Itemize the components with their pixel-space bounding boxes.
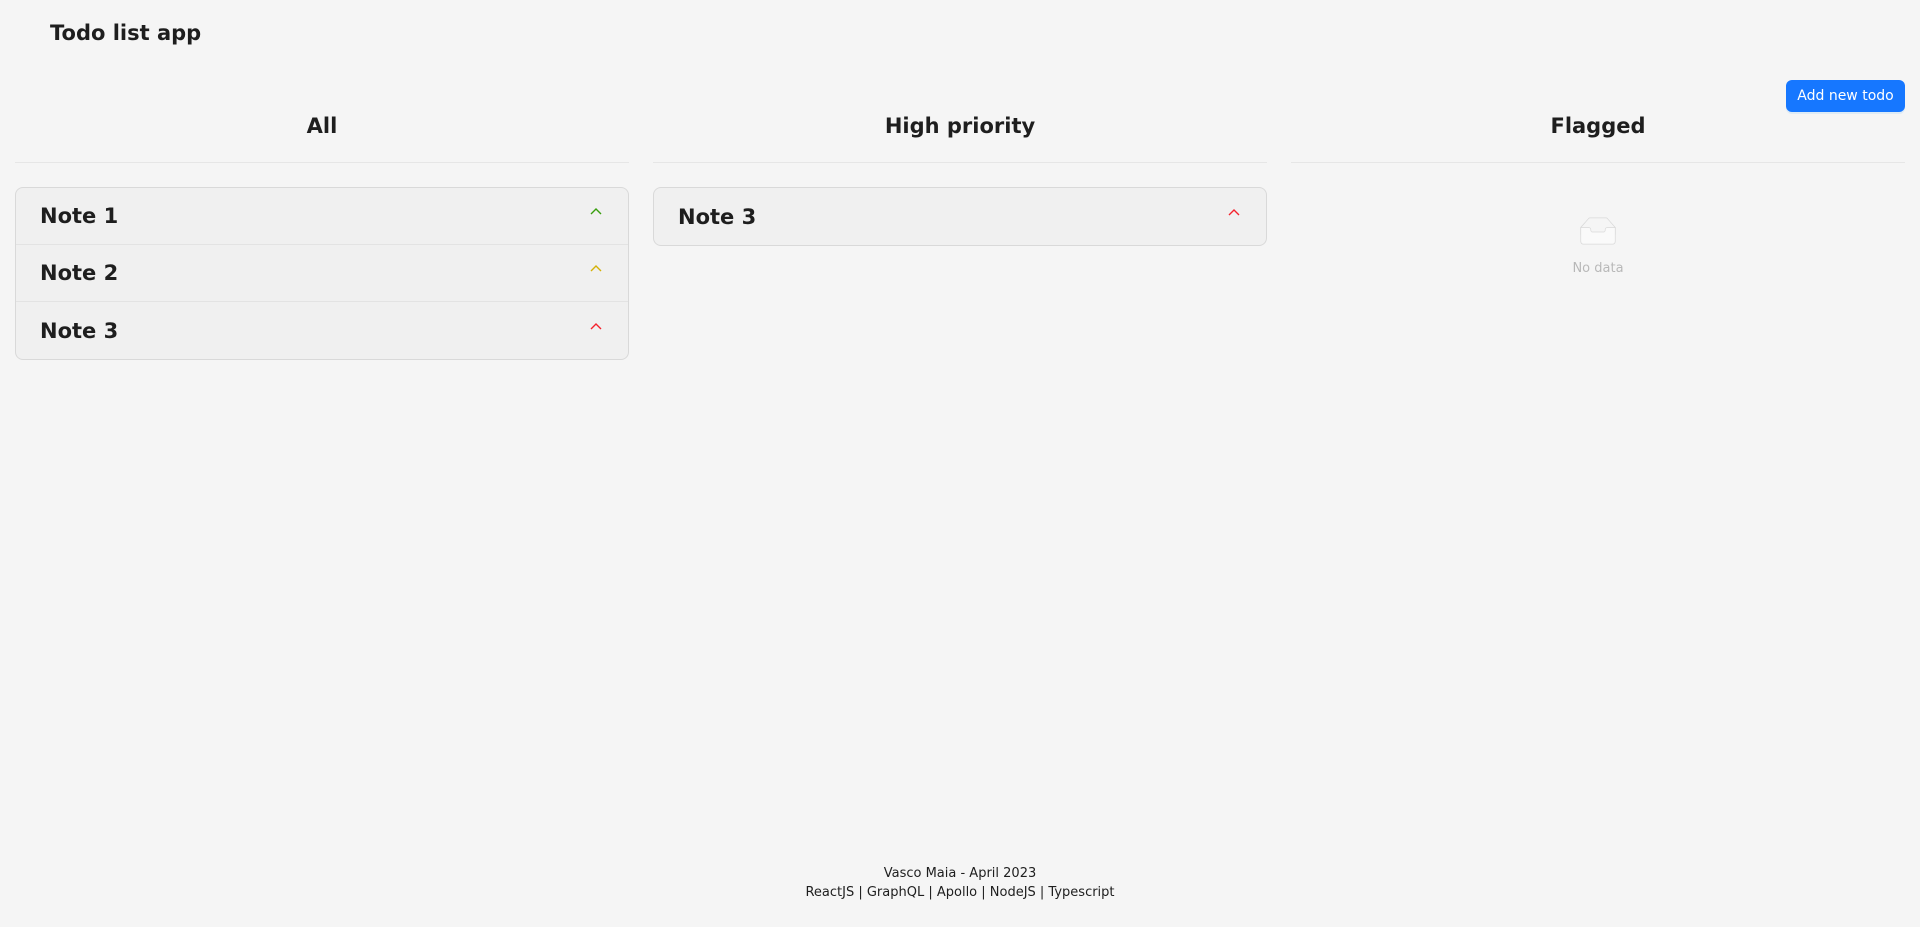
footer-tech-stack: ReactJS | GraphQL | Apollo | NodeJS | Ty… — [805, 885, 1115, 900]
column-flagged: Flagged No data — [1291, 106, 1905, 276]
column-header: All — [15, 106, 629, 163]
todo-list-high-priority: Note 3 — [653, 187, 1267, 246]
column-header: Flagged — [1291, 106, 1905, 163]
column-high-priority: High priority Note 3 — [653, 106, 1267, 246]
app-title: Todo list app — [50, 21, 202, 45]
todo-item[interactable]: Note 2 — [16, 245, 628, 302]
todo-item[interactable]: Note 1 — [16, 188, 628, 245]
column-title-high-priority: High priority — [884, 114, 1036, 138]
empty-text: No data — [1572, 261, 1624, 276]
column-header: High priority — [653, 106, 1267, 163]
chevron-up-icon[interactable] — [588, 203, 604, 219]
todo-item[interactable]: Note 3 — [16, 302, 628, 359]
column-title-all: All — [306, 114, 338, 138]
chevron-up-icon[interactable] — [588, 318, 604, 334]
chevron-up-icon[interactable] — [588, 260, 604, 276]
column-title-flagged: Flagged — [1550, 114, 1646, 138]
todo-item-label: Note 3 — [678, 204, 757, 229]
todo-app: Todo list app Add new todo All Note 1 No… — [0, 0, 1920, 927]
todo-item-label: Note 1 — [40, 204, 119, 228]
column-all: All Note 1 Note 2 Note 3 — [15, 106, 629, 360]
todo-list-all: Note 1 Note 2 Note 3 — [15, 187, 629, 360]
empty-inbox-icon — [1574, 217, 1622, 255]
todo-item[interactable]: Note 3 — [654, 188, 1266, 245]
footer: Vasco Maia - April 2023 ReactJS | GraphQ… — [0, 864, 1920, 902]
chevron-up-icon[interactable] — [1226, 204, 1242, 220]
footer-credit: Vasco Maia - April 2023 — [883, 866, 1037, 881]
empty-state: No data — [1291, 217, 1905, 276]
todo-item-label: Note 3 — [40, 318, 119, 343]
todo-item-label: Note 2 — [40, 261, 119, 285]
